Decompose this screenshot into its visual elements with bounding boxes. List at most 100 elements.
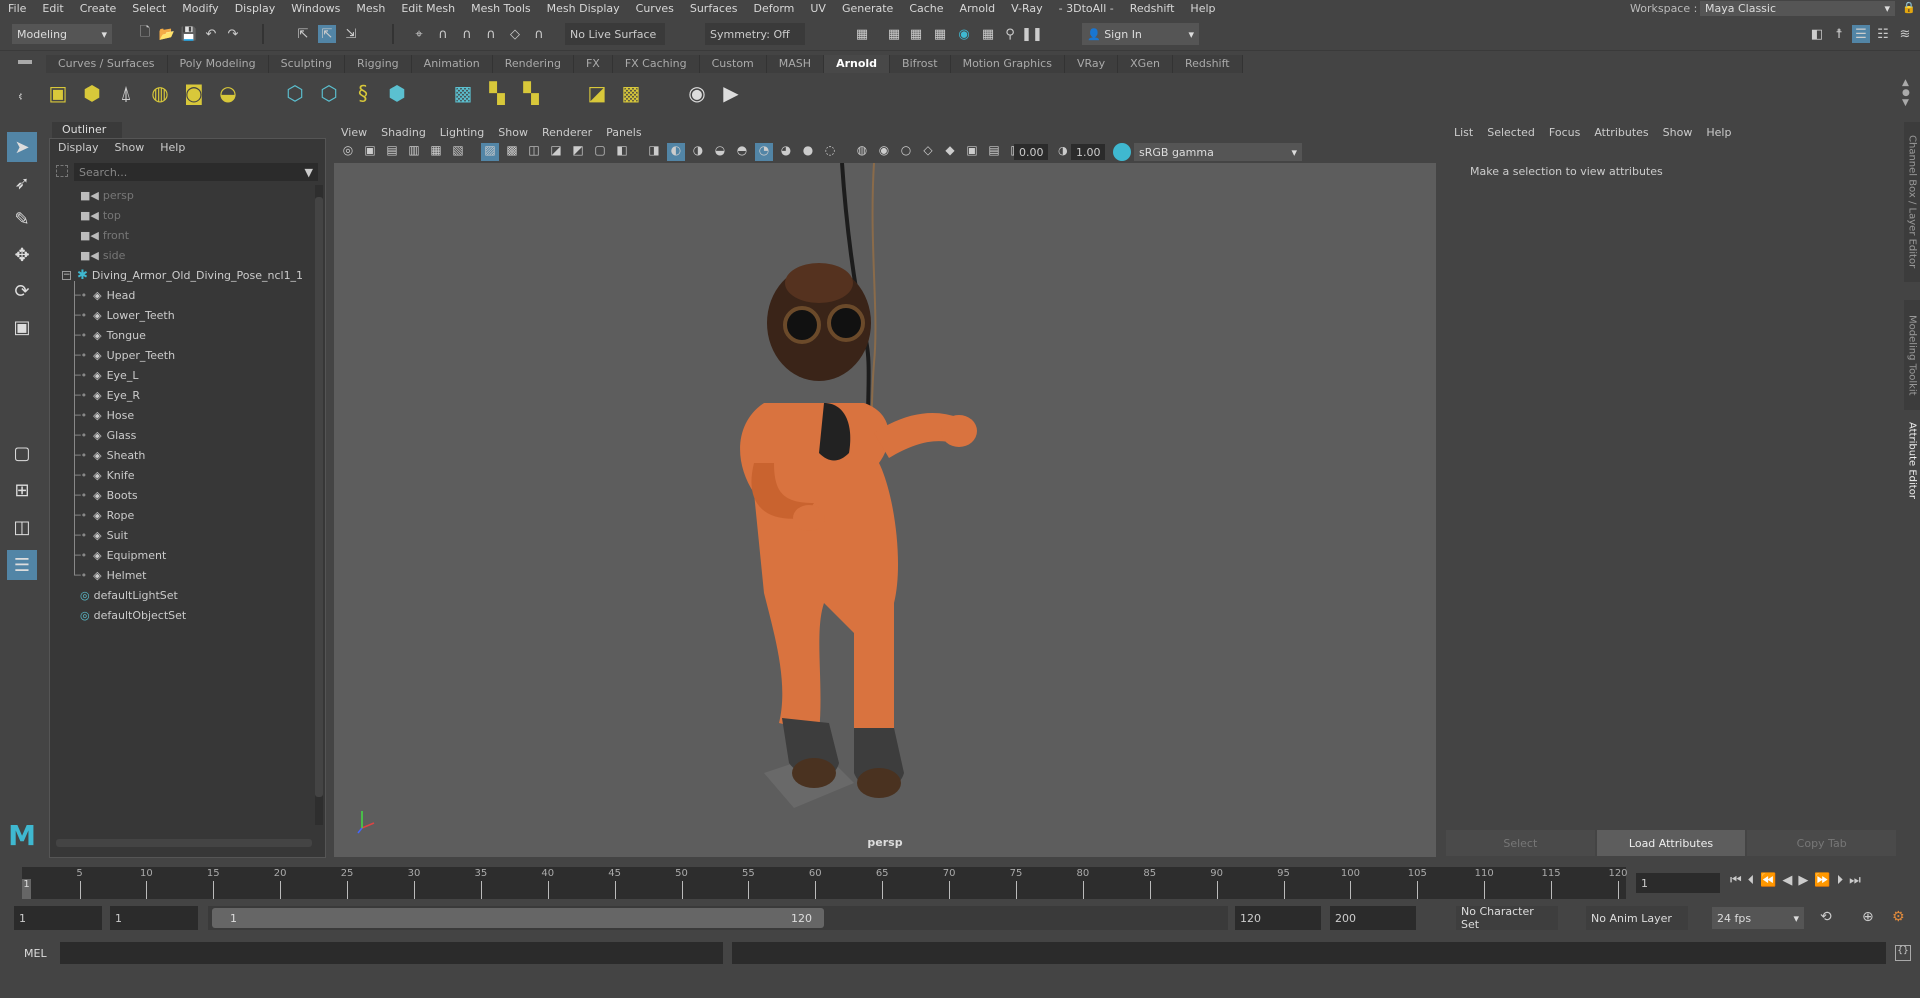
render-icon[interactable]: ▶ — [718, 80, 744, 106]
export-standin-icon[interactable]: ⬡ — [316, 80, 342, 106]
outliner-menu-help[interactable]: Help — [160, 141, 185, 154]
area-light-icon[interactable]: ▣ — [45, 80, 71, 106]
outliner-persp-layout-icon[interactable]: ☰ — [7, 550, 37, 580]
bookmarks-icon[interactable]: ▤ — [383, 143, 401, 161]
time-slider[interactable]: 5 10 15 20 25 30 35 40 45 50 55 60 65 70 75 80 85 90 95 100… — [0, 863, 1920, 903]
shelf-tab-fx[interactable]: FX — [573, 55, 613, 73]
go-to-end-icon[interactable]: ⏭ — [1849, 873, 1861, 888]
shelf-tab-vray[interactable]: VRay — [1064, 55, 1119, 73]
viewport-menu-lighting[interactable]: Lighting — [440, 126, 484, 139]
four-view-layout-icon[interactable]: ⊞ — [7, 475, 37, 505]
copy-tab-button[interactable]: Copy Tab — [1747, 830, 1897, 856]
attribute-editor-toggle-icon[interactable]: ☰ — [1852, 25, 1870, 43]
menu-display[interactable]: Display — [227, 2, 284, 15]
paint-select-tool-icon[interactable]: ✎ — [7, 204, 37, 234]
shelf-tab-custom[interactable]: Custom — [699, 55, 767, 73]
workspace-dropdown[interactable]: Maya Classic ▾ — [1700, 1, 1895, 16]
2d-pan-zoom-icon[interactable]: ▦ — [427, 143, 445, 161]
command-input[interactable] — [60, 942, 723, 964]
rotate-tool-icon[interactable]: ⟳ — [7, 276, 37, 306]
curve-collector-icon[interactable]: § — [350, 80, 376, 106]
playback-end-field[interactable]: 120 — [1235, 906, 1321, 930]
sign-in-button[interactable]: 👤 Sign In ▾ — [1082, 23, 1199, 45]
safe-action-icon[interactable]: ▢ — [591, 143, 609, 161]
gamma-field[interactable]: 1.00 — [1071, 144, 1105, 160]
shelf-scrollbar[interactable]: ▲ ● ▼ — [1902, 78, 1910, 108]
render-frame-icon[interactable]: ▦ — [885, 25, 903, 43]
mode-dropdown[interactable]: Modeling ▾ — [12, 24, 112, 44]
snap-surface-icon[interactable]: ◇ — [506, 25, 524, 43]
step-back-icon[interactable]: ⏴ — [1748, 873, 1755, 888]
viewport-menu-panels[interactable]: Panels — [606, 126, 641, 139]
current-time-indicator[interactable]: 1 — [22, 879, 31, 899]
outliner-horizontal-scrollbar[interactable] — [56, 839, 312, 847]
step-forward-icon[interactable]: ⏵ — [1837, 873, 1844, 888]
outliner-menu-show[interactable]: Show — [115, 141, 145, 154]
menu-generate[interactable]: Generate — [834, 2, 901, 15]
ae-menu-focus[interactable]: Focus — [1549, 126, 1580, 139]
ae-menu-help[interactable]: Help — [1706, 126, 1731, 139]
fps-dropdown[interactable]: 24 fps ▾ — [1712, 907, 1804, 929]
render-view-icon[interactable]: ▦ — [853, 25, 871, 43]
menu-deform[interactable]: Deform — [745, 2, 802, 15]
snap-grid-icon[interactable]: ⌖ — [410, 25, 428, 43]
remove-textures-icon[interactable]: ▚ — [518, 80, 544, 106]
wireframe-icon[interactable]: ◨ — [645, 143, 663, 161]
two-pane-layout-icon[interactable]: ◫ — [7, 512, 37, 542]
outliner-item[interactable]: ─• ◈ Eye_R — [74, 385, 140, 405]
lasso-tool-icon[interactable]: ➶ — [7, 168, 37, 198]
shelf-tab-poly-modeling[interactable]: Poly Modeling — [167, 55, 269, 73]
move-tool-icon[interactable]: ✥ — [7, 240, 37, 270]
menu-surfaces[interactable]: Surfaces — [682, 2, 746, 15]
shelf-menu-icon[interactable] — [18, 60, 32, 64]
material-icon[interactable]: ◪ — [584, 80, 610, 106]
timeline-track[interactable]: 5 10 15 20 25 30 35 40 45 50 55 60 65 70 75 80 85 90 95 100… — [22, 867, 1628, 899]
arnold-ipr-icon[interactable]: ⚲ — [1001, 25, 1019, 43]
xray-icon[interactable]: ◒ — [711, 143, 729, 161]
outliner-item[interactable]: ─• ◈ Eye_L — [74, 365, 138, 385]
shelf-tab-redshift[interactable]: Redshift — [1172, 55, 1243, 73]
tool-settings-icon[interactable]: ☷ — [1874, 25, 1892, 43]
snap-pivot-icon[interactable]: ∩ — [530, 25, 548, 43]
current-frame-field[interactable]: 1 — [1636, 873, 1720, 893]
menu-windows[interactable]: Windows — [283, 2, 348, 15]
side-tab-channel-box-layer-editor[interactable]: Channel Box / Layer Editor — [1904, 122, 1920, 282]
menu-cache[interactable]: Cache — [901, 2, 951, 15]
open-scene-icon[interactable]: 📂 — [158, 25, 176, 43]
wireframe-on-shaded-icon[interactable]: ◓ — [733, 143, 751, 161]
screen-space-ao-icon[interactable]: ◌ — [821, 143, 839, 161]
ipr-icon[interactable]: ◉ — [684, 80, 710, 106]
pause-icon[interactable]: ❚❚ — [1021, 25, 1043, 43]
outliner-menu-display[interactable]: Display — [58, 141, 99, 154]
shelf-tab-rendering[interactable]: Rendering — [492, 55, 574, 73]
snap-point-icon[interactable]: ∩ — [458, 25, 476, 43]
playback-start-field[interactable]: 1 — [110, 906, 198, 930]
viewport-menu-view[interactable]: View — [341, 126, 367, 139]
ae-menu-attributes[interactable]: Attributes — [1594, 126, 1648, 139]
gate-mask-icon[interactable]: ◪ — [547, 143, 565, 161]
texture-icon[interactable]: ▩ — [618, 80, 644, 106]
play-forwards-icon[interactable]: ▶ — [1798, 873, 1808, 888]
anim-layer-dropdown[interactable]: No Anim Layer — [1586, 906, 1688, 930]
side-tab-modeling-toolkit[interactable]: Modeling Toolkit — [1904, 300, 1920, 410]
field-chart-icon[interactable]: ◩ — [569, 143, 587, 161]
outliner-item[interactable]: ─• ◈ Upper_Teeth — [74, 345, 175, 365]
auto-key-icon[interactable]: ⊕ — [1862, 909, 1874, 925]
xray-active-icon[interactable]: ▣ — [963, 143, 981, 161]
menu-v-ray[interactable]: V-Ray — [1003, 2, 1051, 15]
shadows-icon[interactable]: ● — [799, 143, 817, 161]
outliner-item[interactable]: ─• ◈ Rope — [74, 505, 134, 525]
outliner-search-input[interactable]: Search... ▼ — [74, 163, 318, 181]
step-forward-key-icon[interactable]: ⏩ — [1814, 873, 1830, 888]
anti-aliasing-icon[interactable]: ◉ — [875, 143, 893, 161]
shelf-tab-rigging[interactable]: Rigging — [344, 55, 412, 73]
menu-edit-mesh[interactable]: Edit Mesh — [393, 2, 463, 15]
exposure-field[interactable]: 0.00 — [1014, 144, 1048, 160]
menu-modify[interactable]: Modify — [174, 2, 226, 15]
menu-curves[interactable]: Curves — [628, 2, 682, 15]
modeling-toolkit-toggle-icon[interactable]: ◧ — [1808, 25, 1826, 43]
grid-icon[interactable]: ▨ — [481, 143, 499, 161]
backface-icon[interactable]: ▤ — [985, 143, 1003, 161]
play-backwards-icon[interactable]: ◀ — [1782, 873, 1792, 888]
viewport-menu-show[interactable]: Show — [498, 126, 528, 139]
